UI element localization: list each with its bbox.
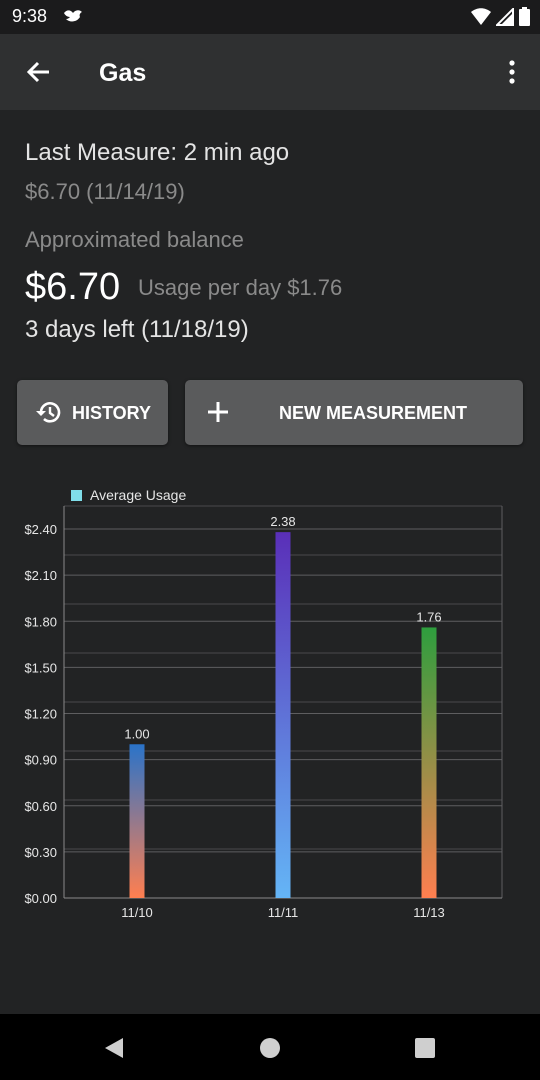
chart-bar	[129, 744, 145, 898]
new-measurement-button[interactable]: NEW MEASUREMENT	[185, 380, 523, 445]
bar-data-label: 1.76	[416, 609, 441, 624]
nav-back-icon	[105, 1038, 123, 1058]
y-tick-label: $0.30	[24, 845, 57, 860]
legend-swatch	[71, 490, 82, 501]
last-measure-text: Last Measure: 2 min ago	[25, 139, 290, 166]
status-time: 9:38	[12, 6, 48, 26]
more-vert-icon	[509, 60, 515, 84]
usage-chart: Average Usage $0.00 $0.30 $0.60 $0.90 $1.20 $1…	[0, 480, 540, 930]
status-bar: 9:38	[0, 0, 540, 34]
cell-signal-icon	[494, 6, 514, 31]
add-icon	[207, 401, 229, 428]
days-left: 3 days left (11/18/19)	[25, 316, 249, 343]
y-tick-label: $1.50	[24, 660, 57, 675]
x-tick-label: 11/13	[413, 905, 445, 920]
app-bar: Gas	[0, 34, 540, 110]
y-tick-label: $2.40	[24, 522, 57, 537]
chart-bar	[421, 627, 437, 898]
usage-per-day: Usage per day $1.76	[138, 275, 343, 300]
y-tick-label: $0.90	[24, 753, 57, 768]
y-tick-label: $1.20	[24, 707, 57, 722]
new-measurement-button-label: NEW MEASUREMENT	[279, 403, 467, 423]
page-title: Gas	[99, 59, 147, 87]
usage-bar-chart: Average Usage $0.00 $0.30 $0.60 $0.90 $1.20 $1…	[24, 487, 503, 920]
nav-home-icon	[260, 1038, 280, 1058]
bar-data-label: 1.00	[124, 726, 149, 741]
history-button[interactable]: HISTORY	[17, 380, 168, 445]
arrow-back-icon	[26, 61, 49, 83]
wifi-icon	[471, 7, 491, 31]
notification-bird-icon	[62, 7, 84, 30]
history-icon	[35, 399, 63, 430]
y-tick-label: $1.80	[24, 614, 57, 629]
bar-data-label: 2.38	[270, 514, 295, 529]
balance-amount: $6.70	[25, 266, 121, 308]
last-measure-value: $6.70 (11/14/19)	[25, 179, 185, 204]
x-tick-label: 11/10	[121, 905, 153, 920]
history-button-label: HISTORY	[72, 403, 152, 423]
back-button[interactable]	[20, 56, 56, 88]
approximated-balance-label: Approximated balance	[25, 227, 244, 252]
nav-recents-icon	[415, 1038, 435, 1058]
overflow-menu-button[interactable]	[502, 56, 522, 88]
nav-home-button[interactable]	[256, 1034, 284, 1062]
legend-label: Average Usage	[90, 487, 186, 503]
y-tick-label: $0.00	[24, 891, 57, 906]
battery-icon	[519, 7, 530, 31]
y-tick-label: $2.10	[24, 568, 57, 583]
nav-recents-button[interactable]	[411, 1034, 439, 1062]
chart-bar	[275, 532, 291, 898]
nav-back-button[interactable]	[100, 1034, 128, 1062]
system-nav-bar	[0, 1014, 540, 1080]
y-tick-label: $0.60	[24, 799, 57, 814]
x-tick-label: 11/11	[268, 905, 299, 920]
